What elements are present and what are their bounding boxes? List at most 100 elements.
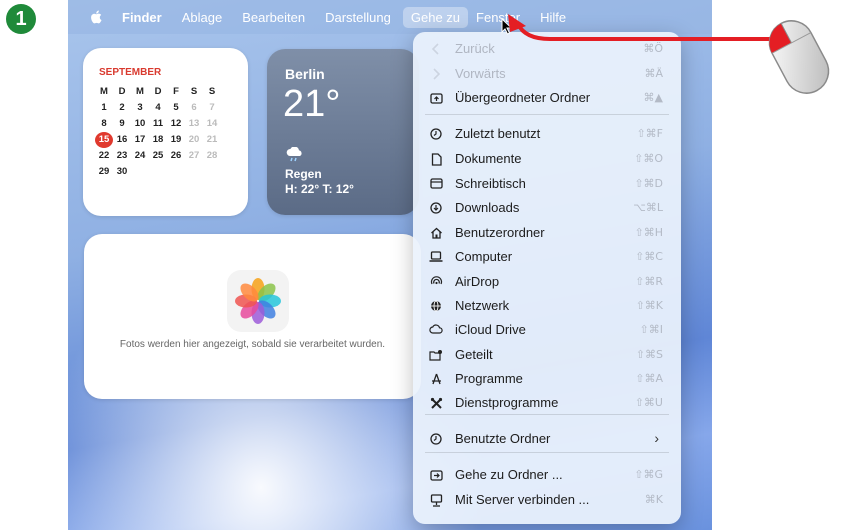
calendar-day — [131, 164, 149, 180]
calendar-day: 5 — [173, 102, 179, 113]
rain-cloud-icon — [286, 147, 302, 162]
calendar-day: 19 — [170, 134, 182, 145]
calendar-day: 22 — [98, 150, 110, 161]
calendar-day: 8 — [101, 118, 107, 129]
weather-condition: Regen — [285, 167, 322, 181]
menu-separator — [425, 114, 669, 115]
menu-item-label: Vorwärts — [455, 66, 506, 81]
menu-ablage[interactable]: Ablage — [182, 10, 222, 25]
menu-item-label: Schreibtisch — [455, 176, 526, 191]
parent-folder-icon — [428, 90, 444, 106]
weekday-label: D — [154, 86, 162, 97]
menu-item-label: Geteilt — [455, 347, 493, 362]
calendar-day: 7 — [209, 102, 215, 113]
menu-item-downloads[interactable]: Downloads ⌥⌘L — [413, 198, 681, 218]
menu-item-shortcut: ⇧⌘K — [635, 299, 663, 312]
menu-item-gehe-zu-ordner[interactable]: Gehe zu Ordner ... ⇧⌘G — [413, 465, 681, 485]
menu-item-dokumente[interactable]: Dokumente ⇧⌘O — [413, 149, 681, 169]
menu-item-shortcut: ⇧⌘U — [634, 396, 663, 409]
menu-item-airdrop[interactable]: AirDrop ⇧⌘R — [413, 272, 681, 292]
submenu-chevron-icon: › — [654, 430, 659, 446]
menu-item-zuletzt-benutzt[interactable]: Zuletzt benutzt ⇧⌘F — [413, 124, 681, 144]
menu-item-label: Zuletzt benutzt — [455, 126, 541, 141]
calendar-day: 28 — [206, 150, 218, 161]
laptop-icon — [428, 249, 444, 265]
step-number-badge: 1 — [6, 4, 36, 34]
menu-item-mit-server-verbinden[interactable]: Mit Server verbinden ... ⌘K — [413, 490, 681, 510]
calendar-day: 23 — [116, 150, 128, 161]
calendar-day — [203, 164, 221, 180]
menu-item-benutzerordner[interactable]: Benutzerordner ⇧⌘H — [413, 223, 681, 243]
menu-darstellung[interactable]: Darstellung — [325, 10, 391, 25]
menu-item-vorwärts: Vorwärts ⌘Ä — [413, 64, 681, 84]
photos-widget[interactable]: Fotos werden hier angezeigt, sobald sie … — [84, 234, 421, 399]
document-icon — [428, 151, 444, 167]
calendar-day: 25 — [152, 150, 164, 161]
airdrop-icon — [428, 274, 444, 290]
menu-separator — [425, 414, 669, 415]
calendar-day: 21 — [206, 134, 218, 145]
weather-widget[interactable]: Berlin 21° Regen H: 22° T: 12° — [267, 49, 419, 215]
menu-item-shortcut: ⇧⌘D — [634, 177, 663, 190]
calendar-month: SEPTEMBER — [99, 67, 162, 78]
calendar-day: 13 — [188, 118, 200, 129]
calendar-day: 12 — [170, 118, 182, 129]
weekday-label: F — [173, 86, 179, 97]
menu-item-label: Downloads — [455, 200, 520, 215]
calendar-day: 17 — [134, 134, 146, 145]
calendar-day: 6 — [191, 102, 197, 113]
calendar-day: 1 — [101, 102, 107, 113]
weekday-label: S — [208, 86, 216, 97]
menu-item-benutzte-ordner[interactable]: Benutzte Ordner › — [413, 429, 681, 449]
goto-folder-icon — [428, 467, 444, 483]
menu-item-label: Gehe zu Ordner ... — [455, 467, 563, 482]
clock-icon — [428, 126, 444, 142]
gehe-zu-dropdown-menu: Zurück ⌘Ö Vorwärts ⌘Ä Übergeordneter Ordner ⌘… — [413, 32, 681, 524]
menu-item-label: Computer — [455, 249, 513, 264]
calendar-day: 20 — [188, 134, 200, 145]
menu-item-label: Netzwerk — [455, 298, 510, 313]
weather-city: Berlin — [285, 66, 325, 82]
menu-item-netzwerk[interactable]: Netzwerk ⇧⌘K — [413, 296, 681, 316]
menu-item-label: Übergeordneter Ordner — [455, 90, 591, 105]
menu-item-dienstprogramme[interactable]: Dienstprogramme ⇧⌘U — [413, 393, 681, 413]
calendar-widget[interactable]: SEPTEMBER M D M D F S S 1 2 3 4 5 6 7 8 9 10 11 12 13 14 15 16… — [83, 48, 248, 216]
photos-app-icon — [227, 270, 289, 332]
menu-bearbeiten[interactable]: Bearbeiten — [242, 10, 305, 25]
weather-high-low: H: 22° T: 12° — [285, 182, 354, 196]
menu-item-shortcut: ⇧⌘O — [634, 152, 663, 165]
weather-temperature: 21° — [283, 83, 341, 125]
menu-item-label: Benutzte Ordner — [455, 431, 551, 446]
menu-item-shortcut: ⇧⌘A — [635, 372, 663, 385]
weekday-label: S — [190, 86, 198, 97]
chevron-right-icon — [428, 66, 444, 82]
desktop-screen: Finder Ablage Bearbeiten Darstellung Geh… — [68, 0, 712, 530]
menu-item-label: Programme — [455, 371, 523, 386]
calendar-day: 10 — [134, 118, 146, 129]
menu-item-shortcut: ⇧⌘R — [635, 275, 663, 288]
weekday-label: M — [100, 86, 108, 97]
clock-icon — [428, 431, 444, 447]
calendar-grid: M D M D F S S 1 2 3 4 5 6 7 8 9 10 11 12 13 14 15 16 17 18 19 20 21… — [95, 84, 221, 180]
menu-item-übergeordneter-ordner[interactable]: Übergeordneter Ordner ⌘▲ — [413, 88, 681, 108]
menu-item-schreibtisch[interactable]: Schreibtisch ⇧⌘D — [413, 174, 681, 194]
menu-item-shortcut: ⇧⌘H — [634, 226, 664, 239]
home-icon — [428, 225, 444, 241]
menu-item-icloud-drive[interactable]: iCloud Drive ⇧⌘I — [413, 320, 681, 340]
menu-item-programme[interactable]: Programme ⇧⌘A — [413, 369, 681, 389]
calendar-day — [167, 164, 185, 180]
utilities-icon — [428, 395, 444, 411]
calendar-day: 11 — [152, 118, 164, 129]
menu-item-computer[interactable]: Computer ⇧⌘C — [413, 247, 681, 267]
menu-item-label: Dokumente — [455, 151, 522, 166]
calendar-day: 30 — [116, 166, 128, 177]
menu-finder[interactable]: Finder — [122, 10, 162, 25]
menu-item-shortcut: ⇧⌘F — [636, 127, 663, 140]
menu-item-label: Dienstprogramme — [455, 395, 559, 410]
menu-item-shortcut: ⌘▲ — [643, 91, 663, 104]
apple-icon[interactable] — [90, 10, 102, 24]
menu-item-geteilt[interactable]: Geteilt ⇧⌘S — [413, 345, 681, 365]
calendar-day: 4 — [155, 102, 161, 113]
menu-item-label: AirDrop — [455, 274, 500, 289]
calendar-day: 27 — [188, 150, 200, 161]
